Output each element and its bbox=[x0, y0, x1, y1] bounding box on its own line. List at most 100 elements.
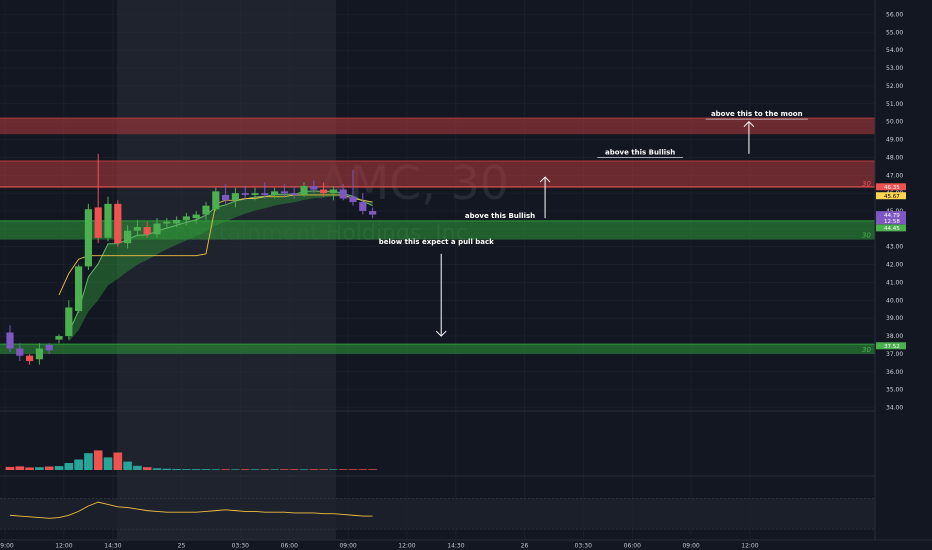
volume-bar bbox=[319, 469, 328, 470]
time-tick-label: 14:30 bbox=[104, 543, 121, 550]
candle-body bbox=[339, 189, 347, 199]
candle-body bbox=[271, 191, 279, 195]
candle-body bbox=[45, 344, 53, 351]
green-zone-low[interactable] bbox=[0, 344, 875, 354]
price-tick-label: 36.00 bbox=[886, 369, 903, 376]
price-tick-label: 42.00 bbox=[886, 262, 903, 269]
time-tick-label: 26 bbox=[521, 543, 529, 550]
volume-bar bbox=[250, 469, 260, 470]
price-tag: 37.52 bbox=[876, 342, 906, 350]
candle-body bbox=[320, 189, 328, 194]
candle-body bbox=[359, 202, 367, 211]
time-tick-label: 09:00 bbox=[339, 543, 356, 550]
candle-body bbox=[192, 214, 200, 219]
candle-body bbox=[231, 193, 239, 201]
volume-bar bbox=[368, 469, 377, 470]
candle-body bbox=[369, 211, 377, 215]
volume-bar bbox=[162, 468, 172, 470]
candle-body bbox=[349, 196, 357, 203]
price-tick-label: 37.00 bbox=[886, 351, 903, 358]
volume-bar bbox=[329, 469, 338, 470]
candle-body bbox=[124, 230, 132, 244]
volume-bar bbox=[201, 469, 211, 470]
volume-bar bbox=[221, 469, 230, 470]
rsi-band bbox=[0, 498, 875, 530]
candle-body bbox=[94, 207, 102, 238]
time-tick-label: 03:30 bbox=[232, 543, 249, 550]
price-axis-background bbox=[875, 0, 932, 540]
volume-bar bbox=[5, 466, 15, 470]
trading-chart[interactable]: AMC, 30 Entertainment Holdings, Inc. 303… bbox=[0, 0, 932, 550]
candle-body bbox=[222, 194, 230, 201]
volume-bar bbox=[152, 468, 162, 470]
time-axis[interactable]: 09:00 12:00 14:30 25 03:30 06:00 09:00 12:00 14:… bbox=[0, 539, 932, 550]
volume-bar bbox=[133, 465, 142, 470]
candle-body bbox=[26, 355, 34, 362]
price-tag-label: 45.67 bbox=[884, 194, 900, 200]
price-tick-label: 43.00 bbox=[886, 244, 903, 251]
candle-body bbox=[143, 227, 151, 235]
zone-interval-tag: 30 bbox=[862, 232, 871, 240]
price-tag: 46.35 bbox=[876, 183, 906, 191]
price-tick-label: 50.00 bbox=[886, 119, 903, 126]
time-tick-label: 12:00 bbox=[398, 543, 415, 550]
price-tag-label: 46.35 bbox=[884, 185, 900, 191]
candle[interactable] bbox=[75, 264, 83, 313]
price-tag: 45.67 bbox=[876, 192, 906, 200]
candle-body bbox=[55, 336, 63, 340]
volume-bar bbox=[182, 469, 191, 470]
volume-bar bbox=[113, 452, 123, 470]
price-tag: 12:58 bbox=[876, 217, 906, 225]
annotation-text[interactable]: above this Bullish bbox=[605, 149, 675, 157]
candle-body bbox=[163, 221, 171, 224]
price-tick-label: 53.00 bbox=[886, 65, 903, 72]
price-tick-label: 49.00 bbox=[886, 137, 903, 144]
volume-bar bbox=[54, 466, 64, 470]
volume-bar bbox=[142, 467, 152, 470]
time-tick-label: 09:00 bbox=[682, 543, 699, 550]
volume-bar bbox=[211, 469, 221, 470]
candle-body bbox=[133, 227, 141, 231]
red-zone-mid[interactable] bbox=[0, 160, 875, 188]
volume-bar bbox=[289, 469, 299, 470]
time-tick-label: 12:00 bbox=[55, 543, 72, 550]
candle-body bbox=[310, 185, 318, 190]
price-tick-label: 47.00 bbox=[886, 172, 903, 179]
volume-bar bbox=[64, 463, 74, 470]
volume-bar bbox=[84, 453, 93, 470]
candle-body bbox=[290, 193, 298, 195]
volume-bar bbox=[240, 469, 250, 470]
candle-body bbox=[212, 191, 220, 210]
volume-bar bbox=[123, 461, 132, 470]
volume-bar bbox=[280, 469, 289, 470]
candle-body bbox=[35, 348, 43, 360]
annotation-text[interactable]: below this expect a pull back bbox=[379, 238, 494, 246]
price-axis[interactable]: 34.00 35.00 36.00 37.00 38.00 39.00 40.00 41.00… bbox=[874, 0, 932, 540]
price-tag-label: 12:58 bbox=[884, 219, 900, 225]
time-tick-label: 06:00 bbox=[281, 543, 298, 550]
volume-bar bbox=[15, 466, 25, 470]
price-tick-label: 48.00 bbox=[886, 154, 903, 161]
annotation-text[interactable]: above this to the moon bbox=[711, 110, 803, 118]
candle-body bbox=[75, 266, 83, 312]
price-tick-label: 34.00 bbox=[886, 405, 903, 412]
candle[interactable] bbox=[84, 203, 92, 270]
annotation-text[interactable]: above this Bullish bbox=[465, 212, 535, 220]
volume-bar bbox=[270, 469, 279, 470]
candle-body bbox=[153, 223, 161, 235]
volume-bar bbox=[93, 450, 103, 470]
candle-body bbox=[300, 185, 308, 195]
session-shade bbox=[117, 0, 336, 540]
green-zone-mid[interactable] bbox=[0, 220, 875, 240]
candle-body bbox=[6, 332, 14, 349]
candle[interactable] bbox=[114, 200, 122, 247]
volume-bar bbox=[348, 469, 358, 470]
price-tag-label: 37.52 bbox=[884, 344, 900, 350]
volume-bar bbox=[44, 466, 54, 470]
volume-bar bbox=[309, 469, 319, 470]
price-tick-label: 39.00 bbox=[886, 315, 903, 322]
candle-body bbox=[241, 193, 249, 195]
time-tick-label: 25 bbox=[178, 543, 186, 550]
price-tick-label: 41.00 bbox=[886, 279, 903, 286]
volume-bar bbox=[260, 469, 270, 470]
